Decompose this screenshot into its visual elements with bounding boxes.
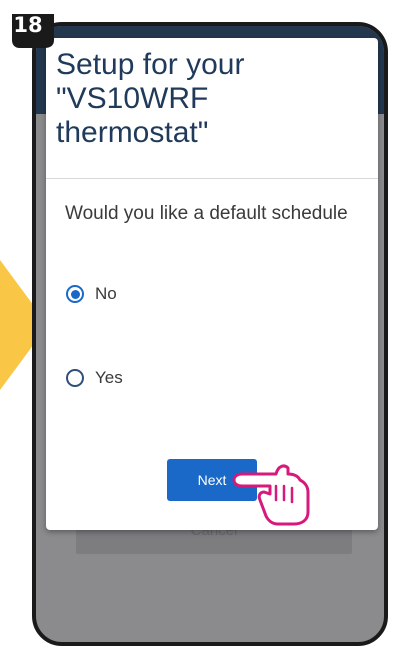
step-number: 18: [13, 13, 43, 37]
pointing-hand-icon: [232, 464, 310, 526]
divider: [46, 178, 378, 179]
radio-button-checked[interactable]: [66, 285, 84, 303]
radio-dot: [70, 289, 80, 299]
screenshot-canvas: Cancel Setup for your "VS10WRF thermosta…: [0, 0, 396, 655]
radio-button-unchecked[interactable]: [66, 369, 84, 387]
dialog-title: Setup for your "VS10WRF thermostat": [56, 48, 245, 149]
radio-option-yes[interactable]: Yes: [66, 368, 123, 388]
radio-option-no[interactable]: No: [66, 284, 117, 304]
radio-label-no: No: [95, 284, 117, 303]
setup-dialog: Setup for your "VS10WRF thermostat" Woul…: [46, 38, 378, 530]
schedule-question: Would you like a default schedule: [65, 203, 348, 224]
radio-label-yes: Yes: [95, 368, 123, 387]
